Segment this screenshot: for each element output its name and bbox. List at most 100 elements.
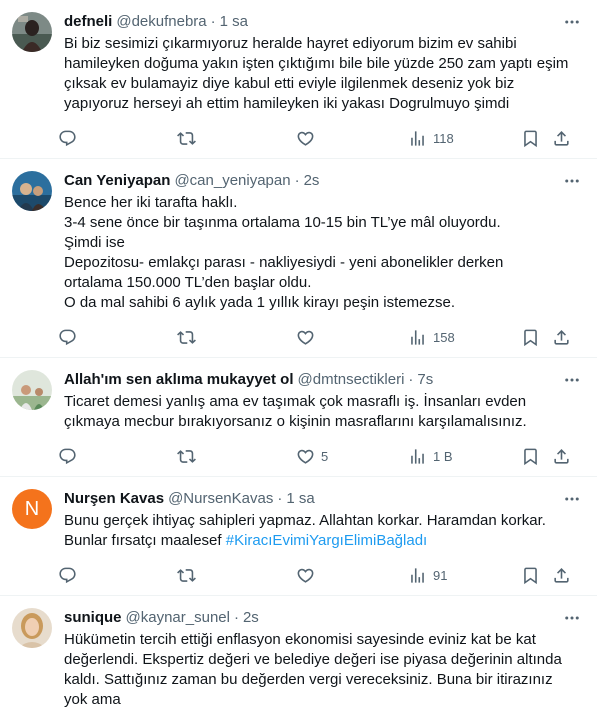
display-name[interactable]: sunique [64, 608, 122, 628]
hashtag-link[interactable]: #KiracıEvimiYargıElimiBağladı [226, 532, 427, 549]
tweet[interactable]: sunique @kaynar_sunel · 2s Hükümetin ter… [0, 596, 597, 710]
separator-dot: · [233, 609, 239, 626]
user-handle[interactable]: @can_yeniyapan [174, 171, 290, 191]
tweet-header: defneli @dekufnebra · 1 sa [64, 12, 581, 32]
views-button[interactable]: 118 [408, 129, 521, 148]
display-name[interactable]: defneli [64, 12, 112, 32]
tweet-line: kaldı. Sattığınız zaman bu değerden verg… [64, 671, 553, 688]
share-button[interactable] [552, 447, 574, 466]
timestamp[interactable]: 2s [304, 171, 320, 191]
view-count: 158 [433, 329, 455, 345]
views-button[interactable]: 1 B [408, 447, 521, 466]
timestamp[interactable]: 1 sa [220, 12, 248, 32]
user-handle[interactable]: @NursenKavas [168, 489, 273, 509]
avatar[interactable] [12, 370, 52, 410]
tweet-header: Can Yeniyapan @can_yeniyapan · 2s [64, 171, 581, 191]
views-button[interactable]: 158 [408, 328, 521, 347]
more-icon[interactable] [561, 171, 583, 191]
retweet-button[interactable] [177, 328, 296, 347]
tweet-line: değerlendi. Ekspertiz değeri ve belediye… [64, 651, 562, 668]
like-button[interactable] [296, 328, 408, 347]
more-icon[interactable] [561, 489, 583, 509]
tweet-header: Allah'ım sen aklıma mukayyet ol @dmtnsec… [64, 370, 581, 390]
like-button[interactable] [296, 566, 408, 585]
timestamp[interactable]: 2s [243, 608, 259, 628]
views-button[interactable]: 91 [408, 566, 521, 585]
user-handle[interactable]: @dekufnebra [116, 12, 206, 32]
share-button[interactable] [552, 328, 574, 347]
tweet-line: Hükümetin tercih ettiği enflasyon ekonom… [64, 631, 536, 648]
bookmark-icon [524, 448, 537, 465]
bookmark-icon [524, 329, 537, 346]
retweet-button[interactable] [177, 447, 296, 466]
tweet-line: çıkmaya mecbur bırakıyorsanız o kişinin … [64, 413, 527, 430]
share-icon [554, 448, 569, 464]
timestamp[interactable]: 1 sa [286, 489, 314, 509]
tweet-line: Ticaret demesi yanlış ama ev taşımak çok… [64, 393, 527, 410]
display-name[interactable]: Can Yeniyapan [64, 171, 170, 191]
views-icon [411, 130, 424, 146]
bookmark-button[interactable] [521, 328, 552, 347]
like-count: 5 [321, 448, 329, 464]
retweet-icon [177, 330, 196, 344]
bookmark-icon [524, 567, 537, 584]
tweet[interactable]: N Nurşen Kavas @NursenKavas · 1 sa Bunu … [0, 477, 597, 596]
avatar[interactable] [12, 608, 52, 648]
reply-icon [59, 448, 76, 464]
tweet-line: ortalama 150.000 TL’den başlar oldu. [64, 274, 312, 291]
more-icon[interactable] [561, 370, 583, 390]
tweet-line: Bence her iki tarafta haklı. [64, 194, 238, 211]
separator-dot: · [210, 13, 216, 30]
avatar-letter: N [24, 497, 40, 520]
view-count: 91 [433, 567, 448, 583]
bookmark-button[interactable] [521, 447, 552, 466]
tweet-line: Bunlar fırsatçı maalesef [64, 532, 222, 549]
retweet-icon [177, 449, 196, 463]
share-icon [554, 329, 569, 345]
timestamp[interactable]: 7s [417, 370, 433, 390]
share-button[interactable] [552, 566, 574, 585]
display-name[interactable]: Nurşen Kavas [64, 489, 164, 509]
reply-icon [59, 567, 76, 583]
display-name[interactable]: Allah'ım sen aklıma mukayyet ol [64, 370, 294, 390]
view-count: 118 [433, 130, 454, 146]
like-button[interactable]: 5 [296, 447, 408, 466]
tweet-feed: defneli @dekufnebra · 1 sa Bi biz sesimi… [0, 0, 597, 720]
tweet-text: Bence her iki tarafta haklı. 3-4 sene ön… [64, 193, 581, 313]
user-handle[interactable]: @kaynar_sunel [126, 608, 230, 628]
view-count: 1 B [433, 448, 453, 464]
like-button[interactable] [296, 129, 408, 148]
tweet-line: Bunu gerçek ihtiyaç sahipleri yapmaz. Al… [64, 512, 546, 529]
tweet-line: yok ama [64, 691, 121, 708]
reply-button[interactable] [58, 566, 177, 585]
share-icon [554, 567, 569, 583]
avatar[interactable] [12, 12, 52, 52]
tweet-text: Ticaret demesi yanlış ama ev taşımak çok… [64, 392, 581, 432]
bookmark-button[interactable] [521, 566, 552, 585]
tweet[interactable]: Allah'ım sen aklıma mukayyet ol @dmtnsec… [0, 358, 597, 477]
avatar[interactable] [12, 171, 52, 211]
like-icon [297, 449, 314, 464]
tweet-header: Nurşen Kavas @NursenKavas · 1 sa [64, 489, 581, 509]
tweet-text: Bunu gerçek ihtiyaç sahipleri yapmaz. Al… [64, 511, 581, 551]
avatar[interactable]: N [12, 489, 52, 529]
tweet-text: Bi biz sesimizi çıkarmıyoruz heralde hay… [64, 34, 581, 114]
tweet-line: çıksak ev bulamayiz diye kabul etti eviy… [64, 75, 515, 92]
reply-button[interactable] [58, 447, 177, 466]
retweet-icon [177, 568, 196, 582]
reply-button[interactable] [58, 129, 177, 148]
share-button[interactable] [552, 129, 574, 148]
tweet[interactable]: defneli @dekufnebra · 1 sa Bi biz sesimi… [0, 0, 597, 159]
retweet-button[interactable] [177, 566, 296, 585]
retweet-icon [177, 131, 196, 145]
user-handle[interactable]: @dmtnsectikleri [298, 370, 405, 390]
bookmark-button[interactable] [521, 129, 552, 148]
more-icon[interactable] [561, 12, 583, 32]
retweet-button[interactable] [177, 129, 296, 148]
like-icon [297, 568, 314, 583]
share-icon [554, 130, 569, 146]
tweet-line: yapıyoruz herseyi ah ettim hamileyken ik… [64, 95, 510, 112]
tweet[interactable]: Can Yeniyapan @can_yeniyapan · 2s Bence … [0, 159, 597, 358]
more-icon[interactable] [561, 608, 583, 628]
reply-button[interactable] [58, 328, 177, 347]
